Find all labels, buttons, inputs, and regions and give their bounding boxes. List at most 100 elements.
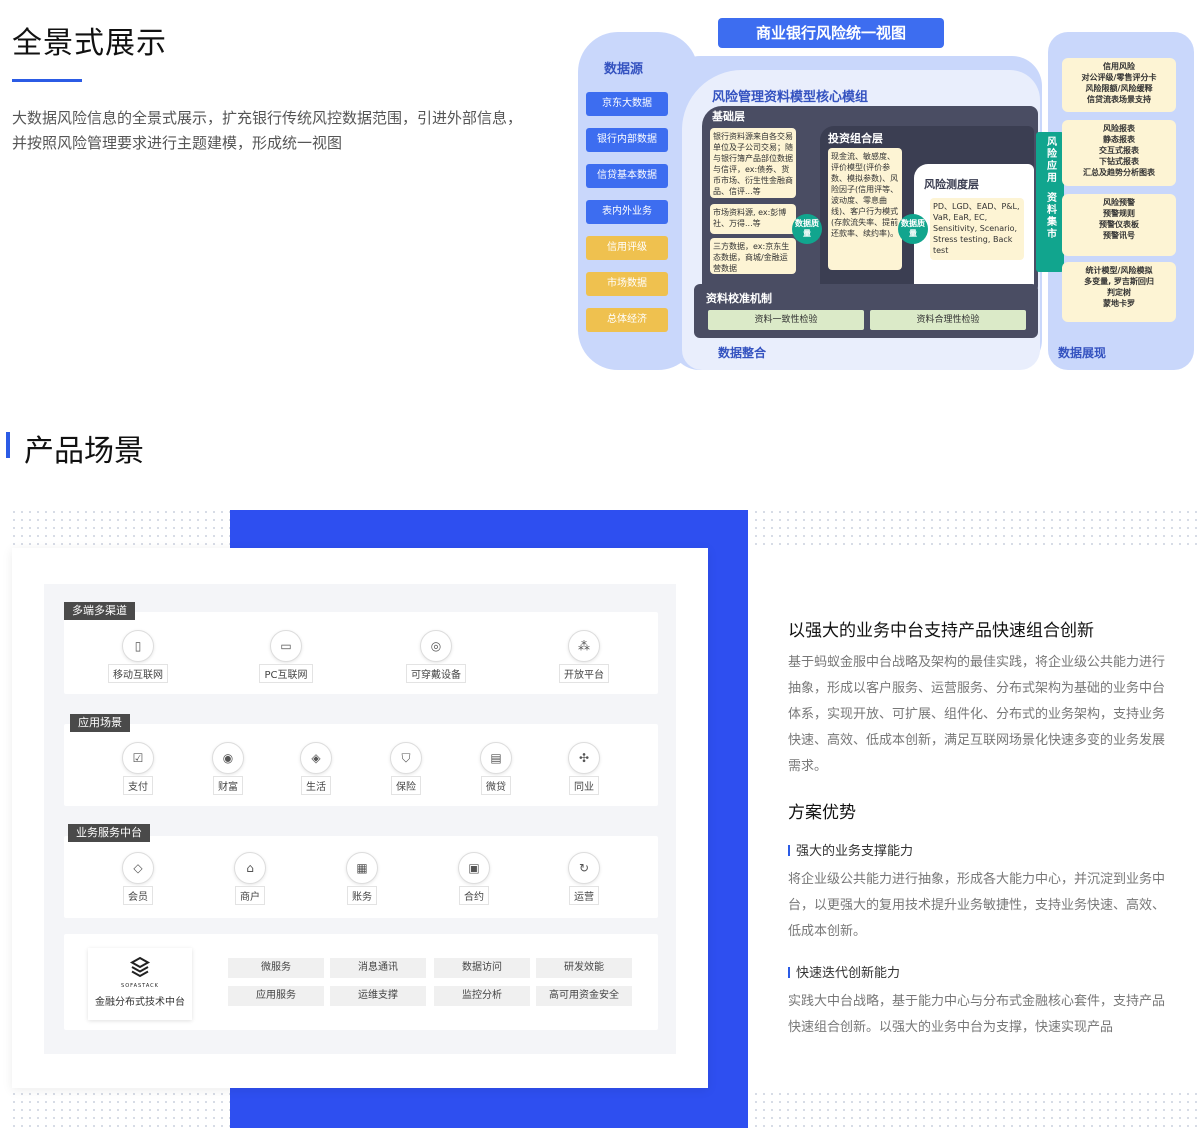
section-description: 大数据风险信息的全景式展示，扩充银行传统风控数据范围，引进外部信息，并按照风险管… (12, 109, 523, 152)
life-icon: ◈ (300, 742, 332, 774)
source-jd-bigdata: 京东大数据 (586, 92, 668, 116)
tech-chip-monitoring: 监控分析 (434, 986, 530, 1006)
data-mart-label: 资料集市 (1044, 192, 1056, 240)
mobile-icon: ▯ (122, 630, 154, 662)
scenario-payment[interactable]: ☑ 支付 (98, 742, 178, 795)
service-label: 合约 (459, 886, 489, 905)
service-contract[interactable]: ▣ 合约 (434, 852, 514, 905)
app-card-credit-risk: 信用风险 对公评级/零售评分卡 风险限额/风险缓释 信贷流表场景支持 (1062, 58, 1176, 112)
channel-open-platform[interactable]: ⁂ 开放平台 (544, 630, 624, 683)
reasonableness-check: 资料合理性检验 (870, 310, 1026, 330)
risk-application-bar: 风险应用 资料集市 (1036, 132, 1064, 272)
handshake-icon: ✣ (568, 742, 600, 774)
scenario-heading: 以强大的业务中台支持产品快速组合创新 (788, 621, 1094, 641)
channel-label: 可穿戴设备 (406, 664, 466, 683)
section-title-panorama: 全景式展示 (12, 26, 167, 61)
base-layer-title: 基础层 (712, 110, 745, 123)
consistency-check: 资料一致性检验 (708, 310, 864, 330)
scenario-life[interactable]: ◈ 生活 (276, 742, 356, 795)
advantage-2-text: 实践大中台战略，基于能力中心与分布式金融核心套件，支持产品快速组合创新。以强大的… (788, 994, 1166, 1035)
sofastack-logo-text: SOFASTACK (121, 983, 159, 989)
app-card-risk-warning: 风险预警 预警规则 预警仪表板 预警讯号 (1062, 194, 1176, 256)
channel-label: 开放平台 (559, 664, 609, 683)
dot-pattern-left-bottom (10, 1090, 230, 1130)
advantage-1-title: 强大的业务支撑能力 (788, 840, 913, 859)
risk-application-label: 风险应用 (1044, 136, 1056, 184)
diagram-title: 商业银行风险统一视图 (718, 18, 944, 48)
sofastack-card: SOFASTACK 金融分布式技术中台 (88, 948, 192, 1020)
refresh-icon: ↻ (568, 852, 600, 884)
channel-label: 移动互联网 (108, 664, 168, 683)
sofastack-logo-icon (129, 956, 151, 978)
advantages-title: 方案优势 (788, 803, 856, 823)
payment-icon: ☑ (122, 742, 154, 774)
advantage-1-text: 将企业级公共能力进行抽象，形成各大能力中心，并沉淀到业务中台，以更强大的复用技术… (788, 872, 1166, 939)
core-module-title: 风险管理资料模型核心模组 (712, 90, 869, 105)
app-card-risk-report: 风险报表 静态报表 交互式报表 下钻式报表 汇总及趋势分析图表 (1062, 120, 1176, 186)
display-label: 数据展现 (1058, 346, 1107, 360)
risk-unified-view-diagram: 商业银行风险统一视图 数据源 京东大数据 银行内部数据 信贷基本数据 表内外业务… (578, 18, 1194, 372)
dot-pattern-right-bottom (752, 1090, 1198, 1130)
ledger-icon: ▦ (346, 852, 378, 884)
scenario-label: 微贷 (481, 776, 511, 795)
risk-layer-content: PD、LGD、EAD、P&L, VaR, EaR, EC, Sensitivit… (930, 198, 1024, 260)
service-ledger[interactable]: ▦ 账务 (322, 852, 402, 905)
service-label: 商户 (235, 886, 265, 905)
integration-label: 数据整合 (718, 346, 767, 360)
scenario-microloan[interactable]: ▤ 微贷 (456, 742, 536, 795)
app-card-statistical-model: 统计模型/风险模拟 多变量, 罗吉斯回归 判定树 蒙地卡罗 (1062, 262, 1176, 322)
scenario-label: 保险 (391, 776, 421, 795)
sources-label: 数据源 (604, 62, 644, 77)
tech-chip-ha-fund-safety: 高可用资金安全 (536, 986, 632, 1006)
dot-pattern-left-top (10, 508, 230, 548)
service-operations[interactable]: ↻ 运营 (544, 852, 624, 905)
group-tag-channels: 多端多渠道 (64, 602, 135, 620)
invest-layer-content: 现金流、敏感度、评价模型(评价参数、模拟参数)、风险因子(信用评等、波动度、零息… (828, 148, 902, 270)
scenario-insurance[interactable]: ⛉ 保险 (366, 742, 446, 795)
channel-pc[interactable]: ▭ PC互联网 (246, 630, 326, 683)
source-on-off-balance: 表内外业务 (586, 200, 668, 224)
group-tag-scenarios: 应用场景 (70, 714, 130, 732)
store-icon: ⌂ (234, 852, 266, 884)
scenario-label: 支付 (123, 776, 153, 795)
source-bank-internal: 银行内部数据 (586, 128, 668, 152)
service-label: 运营 (569, 886, 599, 905)
tech-chip-dev-efficiency: 研发效能 (536, 958, 632, 978)
base-layer-bank-source: 银行资料源来自各交易单位及子公司交易；随与银行簿产品部位数据与信评，ex:债券、… (710, 128, 796, 198)
section-accent-bar (6, 432, 10, 458)
dot-pattern-right-top (752, 508, 1198, 548)
tech-chip-messaging: 消息通讯 (330, 958, 426, 978)
wealth-icon: ◉ (212, 742, 244, 774)
base-layer-market-source: 市场资料源, ex:彭博社、万得...等 (710, 204, 796, 234)
risk-layer-title: 风险测度层 (924, 178, 979, 191)
base-layer-third-party: 三方数据，ex:京东生态数据，商城/金融运营数据 (710, 238, 796, 274)
tech-chip-data-access: 数据访问 (434, 958, 530, 978)
channel-mobile[interactable]: ▯ 移动互联网 (98, 630, 178, 683)
scenario-interbank[interactable]: ✣ 同业 (544, 742, 624, 795)
scenario-label: 生活 (301, 776, 331, 795)
title-underline (12, 79, 82, 82)
scenario-wealth[interactable]: ◉ 财富 (188, 742, 268, 795)
share-icon: ⁂ (568, 630, 600, 662)
service-label: 账务 (347, 886, 377, 905)
monitor-icon: ▭ (270, 630, 302, 662)
channel-wearable[interactable]: ◎ 可穿戴设备 (396, 630, 476, 683)
tech-chip-app-service: 应用服务 (228, 986, 324, 1006)
source-credit-basic: 信贷基本数据 (586, 164, 668, 188)
diamond-icon: ◇ (122, 852, 154, 884)
service-merchant[interactable]: ⌂ 商户 (210, 852, 290, 905)
group-tag-business-platform: 业务服务中台 (68, 824, 150, 842)
service-member[interactable]: ◇ 会员 (98, 852, 178, 905)
invest-layer-title: 投资组合层 (828, 132, 883, 145)
tech-chip-microservice: 微服务 (228, 958, 324, 978)
shield-icon: ⛉ (390, 742, 422, 774)
tech-chip-ops-support: 运维支撑 (330, 986, 426, 1006)
channel-label: PC互联网 (259, 664, 313, 683)
sofastack-label: 金融分布式技术中台 (95, 997, 185, 1008)
watch-icon: ◎ (420, 630, 452, 662)
source-market-data: 市场数据 (586, 272, 668, 296)
scenario-label: 财富 (213, 776, 243, 795)
data-quality-badge-1: 数据质量 (792, 214, 822, 244)
scenario-intro: 基于蚂蚁金服中台战略及架构的最佳实践，将企业级公共能力进行抽象，形成以客户服务、… (788, 655, 1166, 774)
section-title-product-scenario: 产品场景 (24, 434, 144, 469)
